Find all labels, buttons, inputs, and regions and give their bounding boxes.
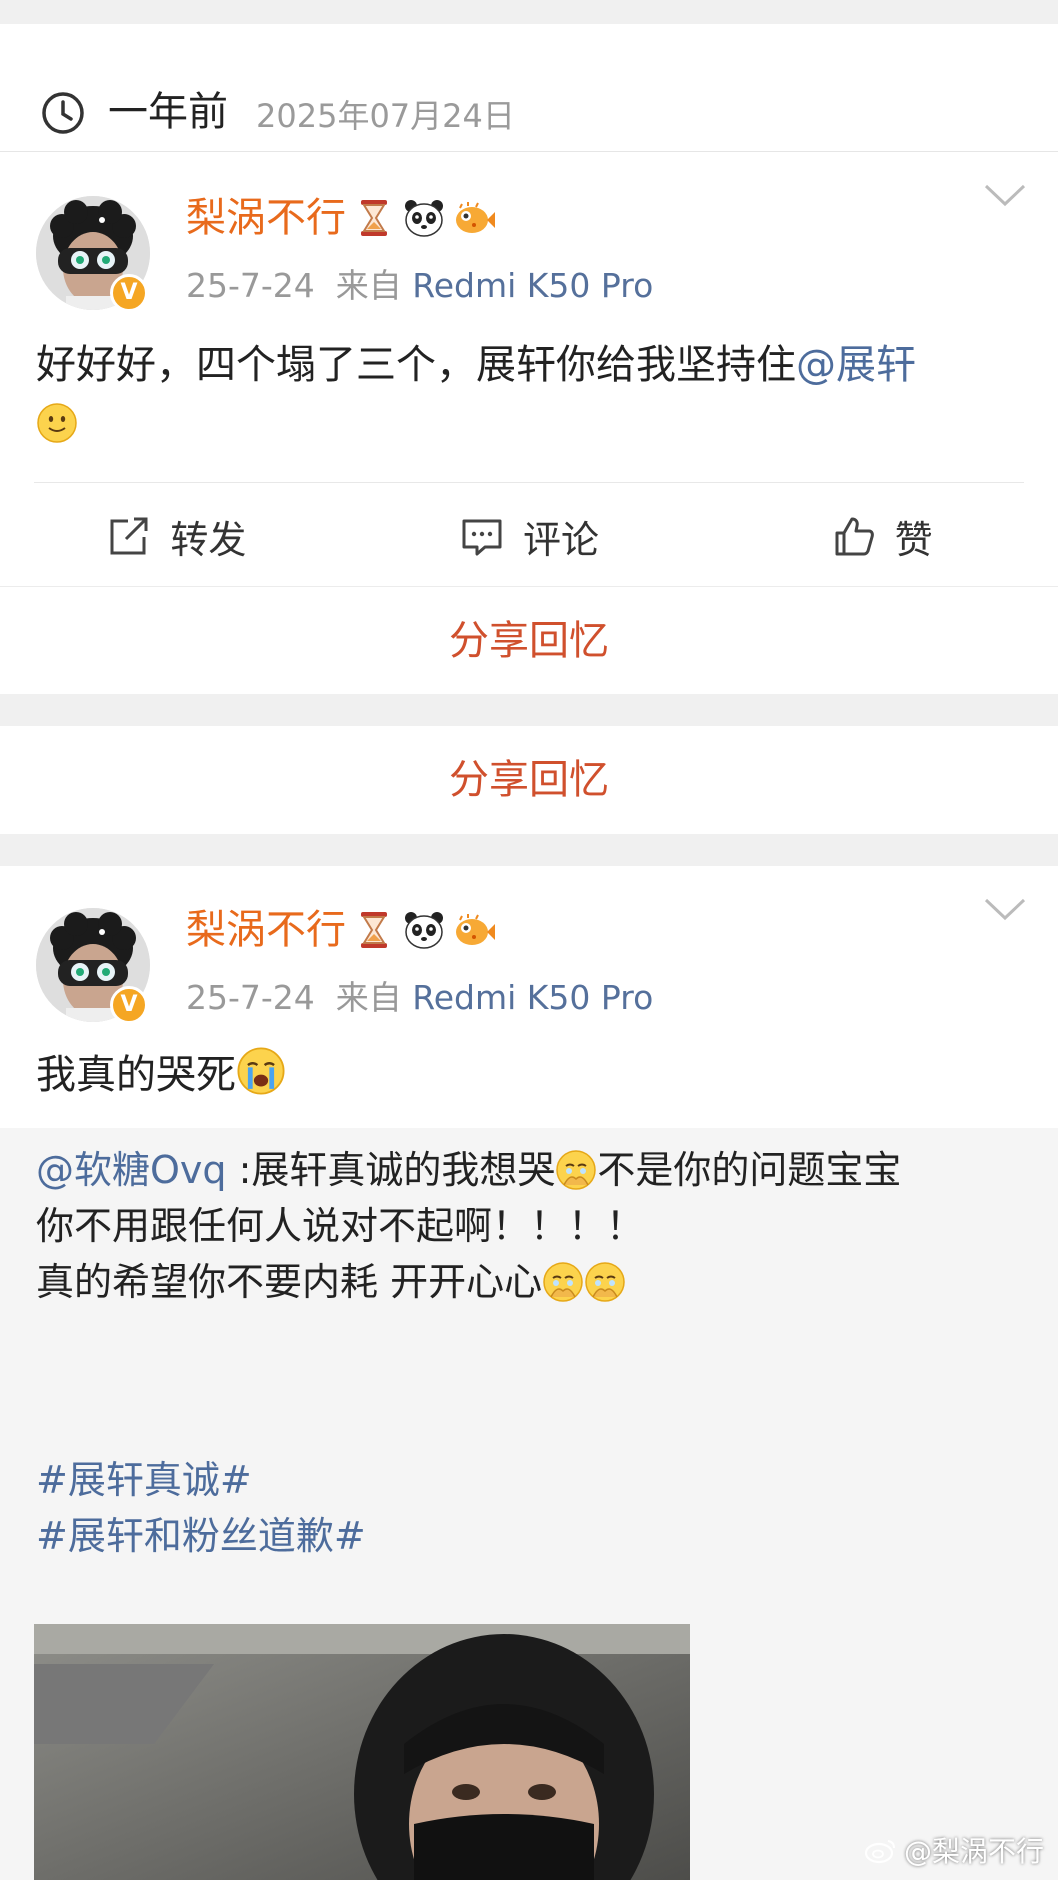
post-body: 好好好，四个塌了三个，展轩你给我坚持住 <box>36 342 796 388</box>
holding-tears-emoji <box>543 1262 583 1302</box>
comment-icon <box>462 519 502 556</box>
share-memory-button[interactable]: 分享回忆 <box>0 726 1058 834</box>
holding-tears-emoji <box>556 1150 597 1190</box>
username-row: 梨涡不行 <box>186 194 496 242</box>
weibo-logo-icon <box>864 1840 895 1864</box>
clock-icon <box>42 92 84 134</box>
pufferfish-icon <box>456 202 495 233</box>
like-label: 赞 <box>894 517 933 562</box>
retweet-photo[interactable] <box>34 1624 690 1880</box>
post-meta: 25-7-24 来自 Redmi K50 Pro <box>186 266 653 306</box>
action-bar: 转发 评论 赞 <box>0 486 1058 586</box>
crying-emoji <box>237 1047 285 1095</box>
post-text: 我真的哭死 <box>36 1046 1018 1104</box>
chevron-down-icon[interactable] <box>982 180 1028 210</box>
repost-label: 转发 <box>170 517 247 562</box>
retweet-line1b: 不是你的问题宝宝 <box>597 1148 902 1192</box>
like-button[interactable]: 赞 <box>705 486 1058 586</box>
memory-date: 2025年07月24日 <box>256 97 515 135</box>
post-card: V 梨涡不行 25-7-24 来自 Redmi K50 Pro <box>0 866 1058 1880</box>
comment-button[interactable]: 评论 <box>353 486 706 586</box>
retweet-line1: :展轩真诚的我想哭 <box>226 1148 556 1192</box>
share-memory-card: 分享回忆 <box>0 726 1058 834</box>
post-time: 25-7-24 <box>186 266 315 305</box>
post-from: 来自 <box>335 978 402 1017</box>
comment-label: 评论 <box>523 517 600 562</box>
chevron-down-icon[interactable] <box>982 894 1028 924</box>
memory-ago: 一年前 <box>108 89 228 135</box>
post-from: 来自 <box>335 266 402 305</box>
post-card: V 梨涡不行 25-7-24 来自 Redmi K50 Pro <box>0 152 1058 587</box>
username-row: 梨涡不行 <box>186 906 496 954</box>
verified-badge: V <box>110 986 148 1024</box>
post-source[interactable]: Redmi K50 Pro <box>412 266 653 305</box>
smile-emoji <box>37 403 77 443</box>
like-icon <box>835 517 874 556</box>
mention-link[interactable]: @展轩 <box>796 342 916 388</box>
holding-tears-emoji <box>585 1262 625 1302</box>
username[interactable]: 梨涡不行 <box>186 194 346 242</box>
username[interactable]: 梨涡不行 <box>186 906 346 954</box>
retweet-line3: 真的希望你不要内耗 开开心心 <box>36 1260 543 1304</box>
post-body: 我真的哭死 <box>36 1052 236 1098</box>
topic-link[interactable]: #展轩真诚# <box>36 1452 252 1508</box>
watermark: @梨涡不行 <box>864 1830 1044 1870</box>
verified-badge: V <box>110 274 148 312</box>
post-meta: 25-7-24 来自 Redmi K50 Pro <box>186 978 653 1018</box>
repost-icon <box>110 517 148 555</box>
retweet-text: @软糖Ovq :展轩真诚的我想哭 不是你的问题宝宝 你不用跟任何人说对不起啊！！… <box>36 1142 1018 1310</box>
hourglass-icon <box>361 912 387 948</box>
watermark-text: @梨涡不行 <box>903 1835 1044 1868</box>
pufferfish-icon <box>456 914 495 945</box>
repost-button[interactable]: 转发 <box>0 486 353 586</box>
retweet-author-link[interactable]: @软糖Ovq <box>36 1148 227 1192</box>
memory-header: 一年前 2025年07月24日 <box>0 24 1058 152</box>
post-source[interactable]: Redmi K50 Pro <box>412 978 653 1017</box>
hourglass-icon <box>361 200 387 236</box>
divider <box>34 482 1024 483</box>
post-text: 好好好，四个塌了三个，展轩你给我坚持住@展轩 <box>36 336 1018 452</box>
post-time: 25-7-24 <box>186 978 315 1017</box>
retweet-line2: 你不用跟任何人说对不起啊！！！！ <box>36 1204 645 1248</box>
panda-icon <box>405 200 443 237</box>
share-memory-button[interactable]: 分享回忆 <box>0 586 1058 694</box>
topic-link[interactable]: #展轩和粉丝道歉# <box>36 1508 366 1564</box>
share-memory-card: 分享回忆 <box>0 586 1058 694</box>
panda-icon <box>405 912 443 949</box>
